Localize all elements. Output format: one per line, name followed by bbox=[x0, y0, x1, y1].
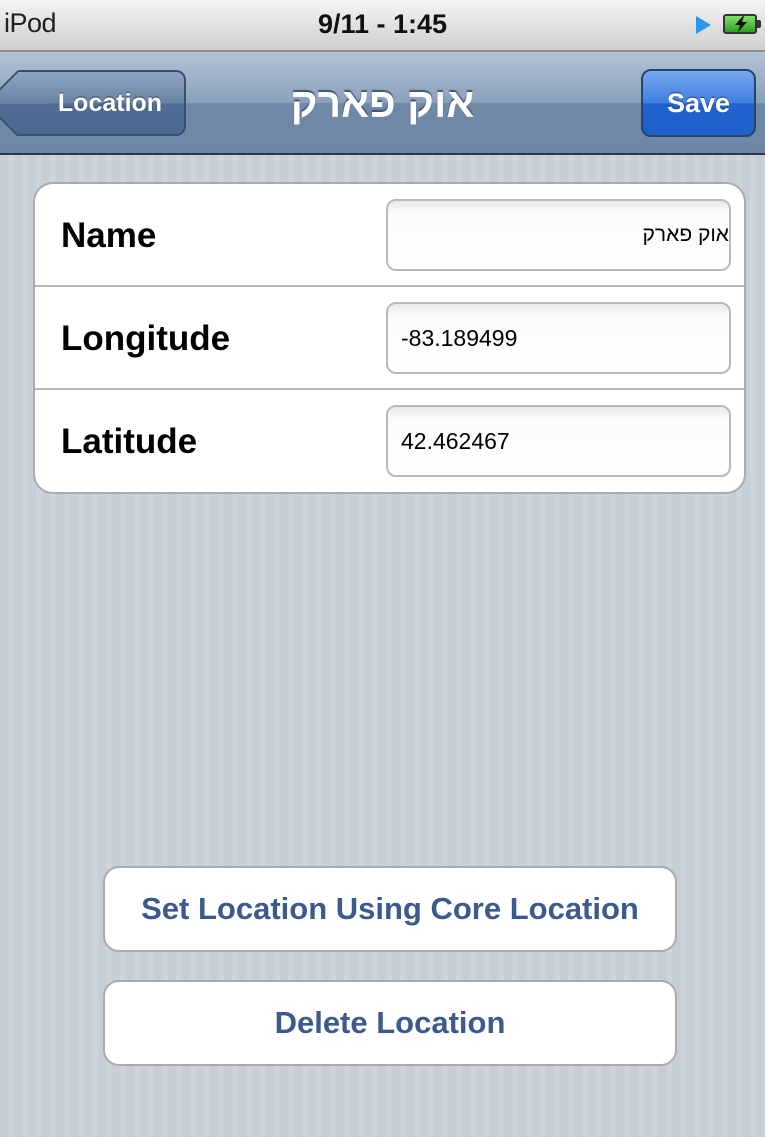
form-row-name: Name bbox=[35, 184, 744, 287]
longitude-field[interactable] bbox=[386, 302, 731, 374]
page-title: אוק פארק bbox=[290, 80, 475, 126]
back-button[interactable]: Location bbox=[18, 70, 186, 136]
form-row-longitude: Longitude bbox=[35, 287, 744, 390]
latitude-field[interactable] bbox=[386, 405, 731, 477]
back-button-label: Location bbox=[57, 89, 163, 117]
navigation-bar: Location אוק פארק Save bbox=[0, 52, 765, 155]
battery-charging-icon bbox=[723, 14, 761, 34]
location-form: Name Longitude Latitude bbox=[33, 182, 746, 494]
status-bar: iPod 9/11 - 1:45 bbox=[0, 0, 765, 52]
set-core-location-button[interactable]: Set Location Using Core Location bbox=[103, 866, 677, 952]
status-time: 9/11 - 1:45 bbox=[317, 9, 448, 39]
form-row-latitude: Latitude bbox=[35, 390, 744, 492]
delete-location-button[interactable]: Delete Location bbox=[103, 980, 677, 1066]
name-field[interactable] bbox=[386, 199, 731, 271]
latitude-label: Latitude bbox=[61, 422, 198, 461]
name-label: Name bbox=[61, 216, 157, 255]
content-area: Name Longitude Latitude Set Location Usi… bbox=[0, 155, 765, 1137]
longitude-label: Longitude bbox=[61, 319, 231, 358]
save-button[interactable]: Save bbox=[641, 69, 756, 137]
play-icon bbox=[696, 16, 711, 34]
